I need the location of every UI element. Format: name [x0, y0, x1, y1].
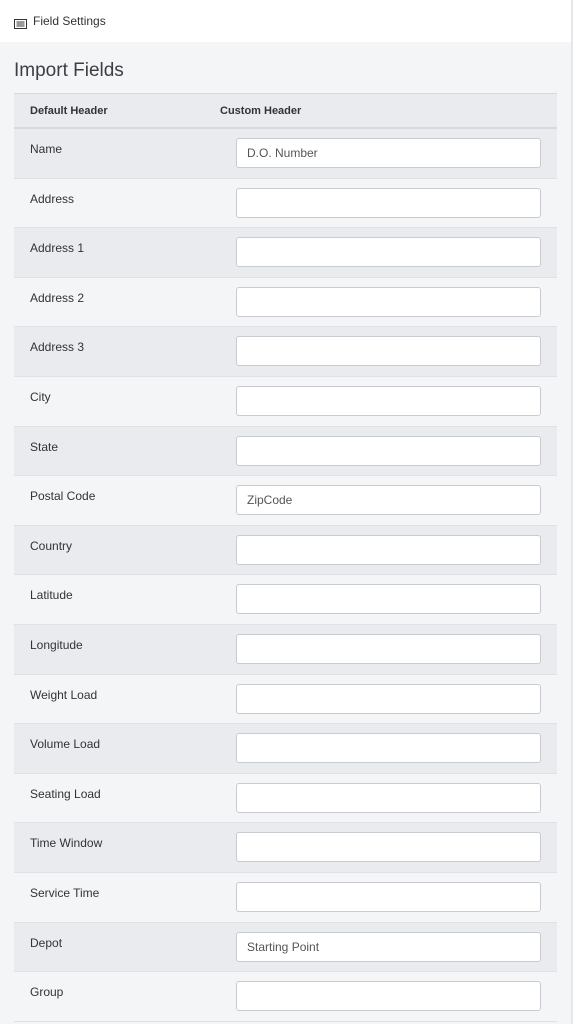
field-label: Postal Code	[30, 489, 96, 504]
column-header-custom: Custom Header	[220, 104, 302, 117]
field-label: Address 1	[30, 241, 85, 256]
column-header-default: Default Header	[30, 104, 108, 117]
table-row: Address 1	[14, 228, 557, 278]
table-row: State	[14, 426, 557, 477]
table-row: Name	[14, 129, 557, 179]
custom-header-input[interactable]	[236, 832, 541, 863]
table-row: Longitude	[14, 624, 557, 675]
custom-header-input[interactable]	[236, 931, 541, 962]
field-label: Time Window	[30, 836, 103, 851]
page: Field Settings Import Fields Default Hea…	[0, 0, 573, 1024]
table-row: Volume Load	[14, 724, 557, 774]
field-label: Country	[30, 538, 73, 553]
field-label: Latitude	[30, 588, 73, 603]
field-label: Address	[30, 191, 75, 206]
custom-header-input[interactable]	[236, 782, 541, 813]
table-row: Seating Load	[14, 773, 557, 824]
field-label: Depot	[30, 935, 63, 950]
custom-header-input[interactable]	[236, 534, 541, 565]
custom-header-input[interactable]	[236, 485, 541, 516]
table-row: Country	[14, 525, 557, 576]
custom-header-input[interactable]	[236, 187, 541, 218]
table-header: Default Header Custom Header	[14, 93, 557, 129]
section-title: Import Fields	[14, 60, 124, 81]
field-label: Longitude	[30, 637, 83, 652]
table-row: Depot	[14, 922, 557, 973]
custom-header-input[interactable]	[236, 981, 541, 1012]
custom-header-input[interactable]	[236, 336, 541, 367]
field-label: Address 2	[30, 290, 85, 305]
field-label: Seating Load	[30, 786, 101, 801]
table-row: Time Window	[14, 823, 557, 873]
field-label: Group	[30, 985, 64, 1000]
custom-header-input[interactable]	[236, 733, 541, 764]
field-label: Volume Load	[30, 737, 101, 752]
table-row: Address 2	[14, 277, 557, 328]
field-label: Address 3	[30, 340, 85, 355]
custom-header-input[interactable]	[236, 881, 541, 912]
custom-header-input[interactable]	[236, 683, 541, 714]
table-row: Address	[14, 178, 557, 229]
field-label: Weight Load	[30, 687, 98, 702]
table-row: Weight Load	[14, 674, 557, 725]
custom-header-input[interactable]	[236, 286, 541, 317]
table-row: City	[14, 376, 557, 427]
table-row: Service Time	[14, 872, 557, 923]
field-label: City	[30, 389, 51, 404]
topbar: Field Settings	[0, 0, 571, 42]
table-body: Name Address Address 1 Address 2 Address 3 Ci…	[14, 129, 557, 1022]
custom-header-input[interactable]	[236, 385, 541, 416]
custom-header-input[interactable]	[236, 633, 541, 664]
list-icon	[14, 16, 27, 29]
field-label: State	[30, 439, 59, 454]
table-row: Group	[14, 972, 557, 1022]
custom-header-input[interactable]	[236, 237, 541, 268]
import-fields-table: Default Header Custom Header Name Address…	[14, 93, 557, 1022]
field-label: Service Time	[30, 885, 100, 900]
custom-header-input[interactable]	[236, 138, 541, 168]
table-row: Address 3	[14, 327, 557, 377]
table-row: Latitude	[14, 575, 557, 625]
table-row: Postal Code	[14, 476, 557, 526]
topbar-title: Field Settings	[33, 14, 106, 28]
custom-header-input[interactable]	[236, 584, 541, 615]
field-label: Name	[30, 142, 63, 156]
custom-header-input[interactable]	[236, 435, 541, 466]
